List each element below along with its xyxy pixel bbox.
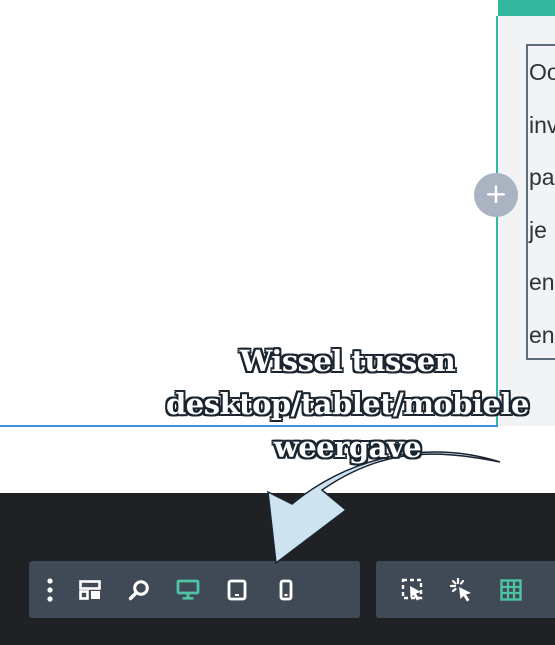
grid-icon — [499, 578, 522, 601]
mobile-view-button[interactable] — [261, 561, 310, 618]
tools-toolbar — [376, 561, 555, 618]
text-block[interactable]: Oo inv pa je en en — [526, 44, 555, 360]
text-line: je — [529, 216, 547, 243]
view-toolbar — [29, 561, 360, 618]
text-line: en — [529, 269, 555, 295]
search-button[interactable] — [114, 561, 163, 618]
click-interaction-button[interactable] — [437, 561, 486, 618]
desktop-view-button[interactable] — [163, 561, 212, 618]
more-options-button[interactable] — [35, 561, 65, 618]
mobile-icon — [279, 579, 292, 600]
search-icon — [128, 579, 149, 600]
tablet-icon — [227, 579, 246, 600]
text-line: inv — [529, 111, 555, 138]
add-section-button[interactable]: + — [474, 173, 518, 217]
structure-navigator-button[interactable] — [65, 561, 114, 618]
vertical-dots-icon — [47, 577, 53, 602]
click-cursor-icon — [449, 577, 471, 601]
annotation-line: desktop/tablet/mobiele — [166, 387, 529, 421]
section-header-strip[interactable] — [498, 0, 555, 16]
annotation-line: Wissel tussen — [239, 344, 456, 378]
text-line: pa — [529, 164, 555, 190]
text-line: Oo — [529, 59, 555, 85]
tablet-view-button[interactable] — [212, 561, 261, 618]
selection-cursor-icon — [401, 578, 422, 600]
annotation-line: weergave — [273, 430, 422, 464]
grid-view-button[interactable] — [486, 561, 535, 618]
select-element-button[interactable] — [388, 561, 437, 618]
layout-icon — [78, 579, 101, 600]
annotation-callout: Wissel tussen desktop/tablet/mobiele wee… — [140, 340, 555, 469]
desktop-icon — [176, 579, 199, 600]
